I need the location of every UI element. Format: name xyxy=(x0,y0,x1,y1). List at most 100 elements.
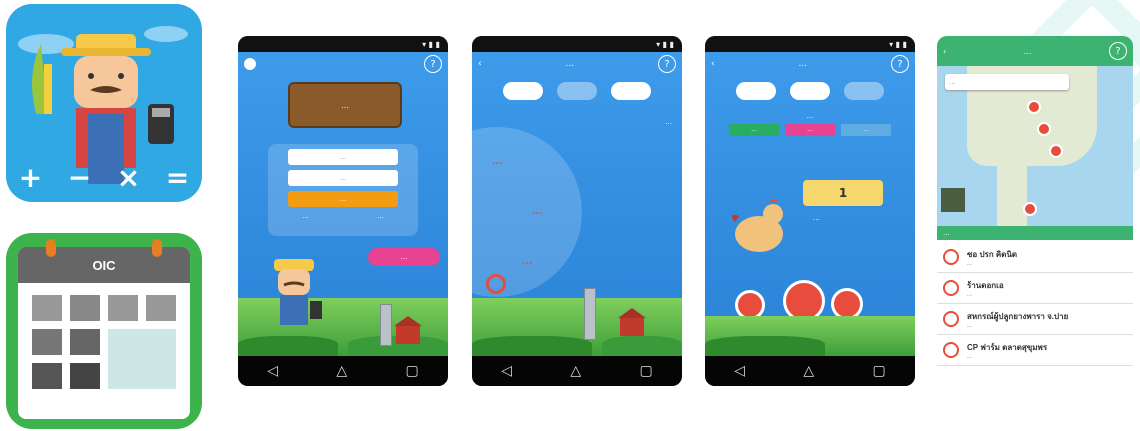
register-link[interactable]: ... xyxy=(302,212,309,220)
tab-2[interactable]: ... xyxy=(785,124,835,136)
toggle-middle[interactable] xyxy=(790,82,830,100)
tab-3[interactable]: ... xyxy=(841,124,891,136)
screen-title: ... xyxy=(1023,46,1032,56)
home-icon[interactable]: △ xyxy=(803,363,814,379)
math-symbols: + − × = xyxy=(6,161,202,194)
toggle-right[interactable] xyxy=(611,82,651,100)
calendar-page: OIC xyxy=(18,239,190,419)
map-app-bar: ‹ ... ? xyxy=(937,36,1133,66)
toggle-left[interactable] xyxy=(503,82,543,100)
detail-screen: ‹...? ... ... ... ... 1 ... xyxy=(705,52,915,356)
calendar-app-icon[interactable]: OIC xyxy=(6,233,202,429)
list-item[interactable]: สหกรณ์ผู้ปลูกยางพารา จ.ปาย... xyxy=(937,304,1133,335)
subtitle: ... xyxy=(806,112,814,120)
back-button[interactable]: ‹ xyxy=(943,47,946,56)
category-tabs: ... ... ... xyxy=(705,124,915,136)
field-label: ... xyxy=(813,214,820,222)
home-icon[interactable]: △ xyxy=(570,363,581,379)
tab-1[interactable]: ... xyxy=(729,124,779,136)
satellite-thumbnail[interactable] xyxy=(941,188,965,212)
barn xyxy=(394,316,422,344)
status-bar: ▾ ▮ ▮ xyxy=(472,36,682,52)
screen-title: ... xyxy=(798,59,808,69)
silo xyxy=(584,288,596,340)
equals-symbol: = xyxy=(165,161,190,194)
recent-apps-icon[interactable]: ▢ xyxy=(640,363,653,379)
phone-login-screen: ▾ ▮ ▮ ? ... ... ... ... ... ... ... ◁ △ … xyxy=(238,36,448,386)
wheel-segment-1[interactable]: ... xyxy=(492,157,502,167)
farm-ground xyxy=(705,316,915,356)
list-item[interactable]: CP ฟาร์ม ตลาดสุขุมพร... xyxy=(937,335,1133,366)
calendar-grid xyxy=(32,295,176,389)
help-icon[interactable]: ? xyxy=(424,55,442,73)
silo xyxy=(380,304,392,346)
location-icon xyxy=(943,342,959,358)
back-button[interactable]: ‹ xyxy=(478,59,482,69)
location-list: ซอ ปรก คิดนิด... ร้านดอกเอ... สหกรณ์ผู้ป… xyxy=(937,242,1133,366)
plus-symbol: + xyxy=(18,161,43,194)
question-text: ... xyxy=(665,118,672,126)
screen-title: ... xyxy=(565,59,575,69)
home-icon[interactable]: △ xyxy=(336,363,347,379)
map-pin[interactable] xyxy=(1027,100,1041,114)
calendar-title: OIC xyxy=(18,247,190,283)
farmer-app-icon[interactable]: + − × = xyxy=(6,4,202,202)
times-symbol: × xyxy=(116,161,141,194)
location-icon xyxy=(943,311,959,327)
menu-wheel: ... ... ... xyxy=(472,127,582,297)
mode-toggles xyxy=(705,82,915,100)
wheel-segment-3[interactable]: ... xyxy=(522,257,532,267)
ring-icon xyxy=(152,239,162,257)
map-pin[interactable] xyxy=(1023,202,1037,216)
recent-apps-icon[interactable]: ▢ xyxy=(873,363,886,379)
list-header: ... xyxy=(937,226,1133,240)
mode-toggles xyxy=(472,82,682,100)
android-navbar: ◁ △ ▢ xyxy=(705,356,915,386)
minus-symbol: − xyxy=(67,161,92,194)
ring-icon xyxy=(46,239,56,257)
toggle-middle[interactable] xyxy=(557,82,597,100)
quantity-counter[interactable]: 1 xyxy=(803,180,883,206)
list-item[interactable]: ซอ ปรก คิดนิด... xyxy=(937,242,1133,273)
phone-menu-screen: ▾ ▮ ▮ ‹...? ... ... ... ... ◁ △ ▢ xyxy=(472,36,682,386)
back-icon[interactable]: ◁ xyxy=(267,363,278,379)
rooster-illustration xyxy=(731,199,783,252)
login-screen: ? ... ... ... ... ... ... ... xyxy=(238,52,448,356)
help-icon[interactable]: ? xyxy=(1109,42,1127,60)
back-icon[interactable]: ◁ xyxy=(501,363,512,379)
android-navbar: ◁ △ ▢ xyxy=(472,356,682,386)
wheel-segment-2[interactable]: ... xyxy=(532,207,542,217)
android-navbar: ◁ △ ▢ xyxy=(238,356,448,386)
password-field[interactable]: ... xyxy=(288,170,398,186)
map-search-input[interactable]: ... xyxy=(945,74,1069,90)
username-field[interactable]: ... xyxy=(288,149,398,165)
location-icon xyxy=(943,249,959,265)
back-button[interactable]: ‹ xyxy=(711,59,715,69)
location-icon xyxy=(943,280,959,296)
status-bar: ▾ ▮ ▮ xyxy=(705,36,915,52)
wooden-sign: ... xyxy=(288,82,402,128)
recent-apps-icon[interactable]: ▢ xyxy=(406,363,419,379)
login-button[interactable]: ... xyxy=(288,191,398,207)
login-form: ... ... ... ... ... xyxy=(268,144,418,236)
forgot-link[interactable]: ... xyxy=(377,212,384,220)
map-view[interactable] xyxy=(937,66,1133,226)
target-icon[interactable] xyxy=(486,274,506,294)
help-icon[interactable]: ? xyxy=(657,55,676,73)
help-icon[interactable]: ? xyxy=(890,55,909,73)
menu-screen: ‹...? ... ... ... ... xyxy=(472,52,682,356)
status-bar: ▾ ▮ ▮ xyxy=(238,36,448,52)
toggle-left[interactable] xyxy=(736,82,776,100)
pink-action-button[interactable]: ... xyxy=(368,248,440,266)
farmer-character xyxy=(274,259,322,325)
list-item[interactable]: ร้านดอกเอ... xyxy=(937,273,1133,304)
map-pin[interactable] xyxy=(1037,122,1051,136)
phone-detail-screen: ▾ ▮ ▮ ‹...? ... ... ... ... 1 ... ◁ △ ▢ xyxy=(705,36,915,386)
barn xyxy=(618,308,646,336)
toggle-right[interactable] xyxy=(844,82,884,100)
back-icon[interactable]: ◁ xyxy=(734,363,745,379)
farm-ground xyxy=(472,298,682,356)
map-pin[interactable] xyxy=(1049,144,1063,158)
menu-icon[interactable] xyxy=(244,58,256,70)
phone-map-screen: ‹ ... ? ... ... ซอ ปรก คิดนิด... ร้านดอก… xyxy=(937,36,1133,386)
